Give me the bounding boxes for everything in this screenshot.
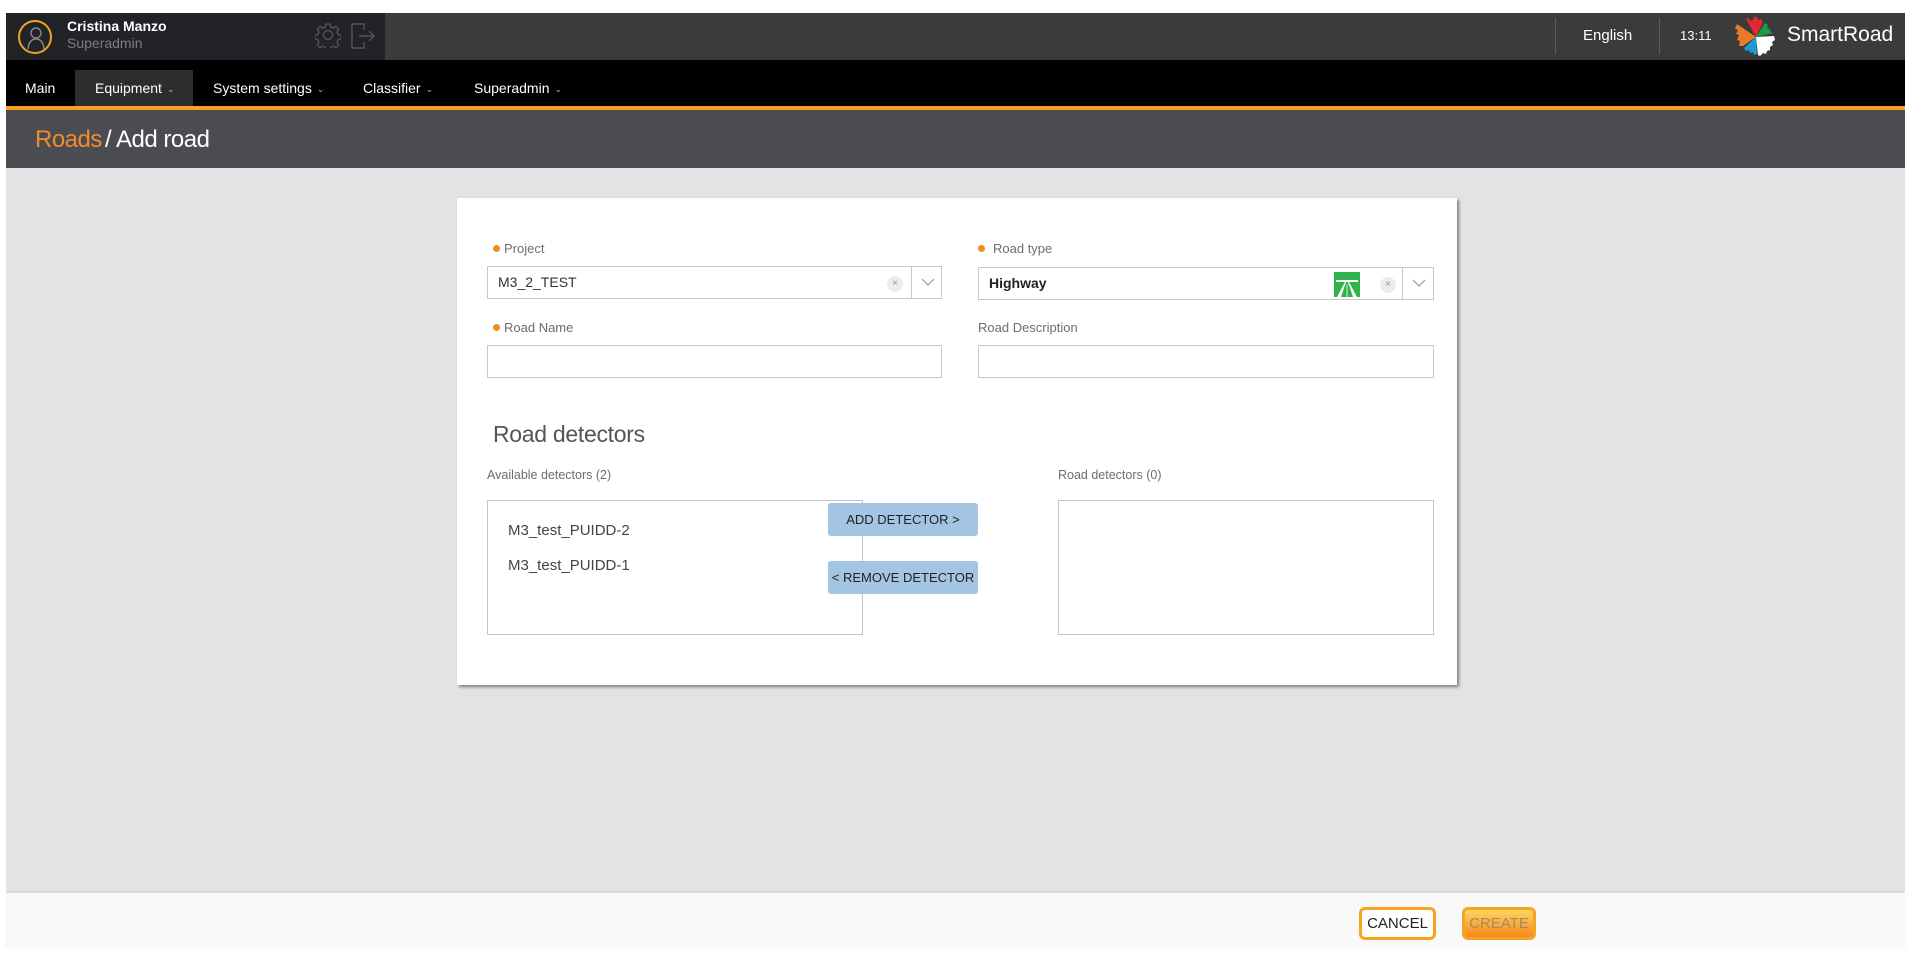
user-name: Cristina Manzo [67, 18, 167, 34]
road-type-select-value: Highway [989, 275, 1047, 291]
nav-item-main[interactable]: Main [25, 70, 55, 106]
top-header: Cristina Manzo Superadmin English 13:11 [6, 13, 1905, 60]
user-panel: Cristina Manzo Superadmin [6, 13, 385, 60]
logout-icon[interactable] [350, 22, 376, 50]
clear-icon[interactable]: × [1380, 277, 1396, 293]
road-description-input[interactable] [978, 345, 1434, 378]
nav-item-label: Equipment [95, 80, 162, 96]
cancel-button[interactable]: CANCEL [1359, 907, 1436, 940]
chevron-down-icon[interactable] [1412, 278, 1426, 288]
nav-item-label: Main [25, 80, 56, 96]
nav-item-label: System settings [213, 80, 312, 96]
user-icon [27, 27, 45, 50]
available-detectors-label: Available detectors (2) [487, 468, 612, 482]
available-detectors-list[interactable]: M3_test_PUIDD-2 M3_test_PUIDD-1 [487, 500, 863, 635]
list-item[interactable]: M3_test_PUIDD-2 [508, 522, 630, 539]
main-nav: Main Equipment ⌄ System settings ⌄ Classif… [6, 60, 1905, 110]
smartroad-logo-icon [1735, 17, 1775, 56]
nav-item-label: Superadmin [474, 80, 550, 96]
chevron-down-icon: ⌄ [425, 84, 434, 94]
road-name-label: Road Name [493, 320, 573, 335]
header-divider [1659, 18, 1660, 54]
list-item[interactable]: M3_test_PUIDD-1 [508, 557, 630, 574]
road-detectors-heading: Road detectors [493, 421, 645, 447]
road-description-label: Road Description [978, 320, 1078, 335]
road-detectors-label: Road detectors (0) [1058, 468, 1162, 482]
add-detector-button[interactable]: ADD DETECTOR > [828, 503, 978, 536]
chevron-down-icon: ⌄ [316, 84, 325, 94]
nav-item-equipment[interactable]: Equipment ⌄ [75, 70, 194, 106]
required-indicator [493, 324, 500, 331]
road-detectors-list[interactable] [1058, 500, 1434, 635]
project-label: Project [493, 241, 544, 256]
project-select[interactable]: M3_2_TEST × [487, 266, 942, 299]
add-road-form: Project M3_2_TEST × Road type Highway × [457, 198, 1457, 685]
user-role: Superadmin [67, 35, 143, 51]
road-name-input[interactable] [487, 345, 942, 378]
language-selector[interactable]: English [1583, 27, 1632, 44]
select-divider [911, 267, 912, 298]
header-divider [1555, 18, 1556, 54]
create-button[interactable]: CREATE [1462, 907, 1536, 940]
avatar[interactable] [18, 20, 52, 54]
breadcrumb-roads-link[interactable]: Roads [35, 126, 102, 154]
nav-item-classifier[interactable]: Classifier ⌄ [363, 70, 433, 106]
road-type-label: Road type [978, 241, 1052, 256]
highway-icon [1334, 272, 1360, 297]
required-indicator [493, 245, 500, 252]
chevron-down-icon: ⌄ [554, 84, 563, 94]
project-select-value: M3_2_TEST [498, 274, 577, 290]
nav-item-superadmin[interactable]: Superadmin ⌄ [474, 70, 562, 106]
chevron-down-icon: ⌄ [166, 84, 175, 94]
remove-detector-button[interactable]: < REMOVE DETECTOR [828, 561, 978, 594]
select-divider [1402, 268, 1403, 299]
gear-icon[interactable] [315, 22, 341, 48]
road-type-select[interactable]: Highway × [978, 267, 1434, 300]
required-indicator [978, 245, 985, 252]
form-footer: CANCEL CREATE [6, 893, 1905, 948]
nav-item-system-settings[interactable]: System settings ⌄ [213, 70, 324, 106]
nav-item-label: Classifier [363, 80, 421, 96]
clock: 13:11 [1680, 28, 1712, 43]
page-title-bar: Roads / Add road [6, 110, 1905, 168]
clear-icon[interactable]: × [887, 276, 903, 292]
app-frame: Cristina Manzo Superadmin English 13:11 [6, 13, 1905, 948]
page-title: / Add road [105, 126, 210, 153]
chevron-down-icon[interactable] [921, 277, 935, 287]
brand-name: SmartRoad [1787, 23, 1894, 46]
